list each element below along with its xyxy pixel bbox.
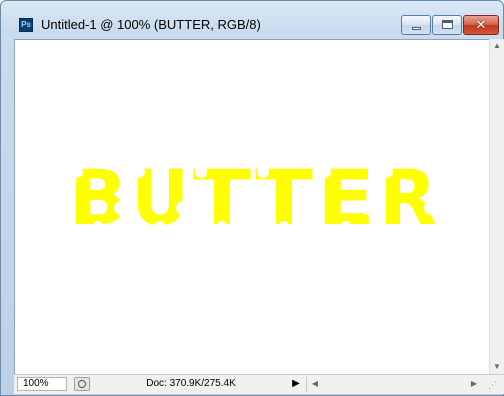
butter-notch-0-1	[114, 201, 128, 215]
butter-notch-1-0	[133, 166, 145, 178]
vertical-scrollbar[interactable]: ▲ ▼	[489, 39, 504, 374]
butter-notch-1-2	[155, 221, 165, 231]
butter-notch-3-2	[279, 221, 289, 231]
status-bar: 100% Doc: 370.9K/275.4K ▶ ◀ ▶ ⋰	[14, 374, 504, 394]
butter-notch-1-1	[176, 201, 190, 215]
window-title: Untitled-1 @ 100% (BUTTER, RGB/8)	[41, 17, 261, 32]
butter-notch-5-2	[403, 221, 413, 231]
close-icon: ✕	[475, 17, 487, 32]
zoom-level-field[interactable]: 100%	[17, 377, 67, 391]
status-menu-arrow-icon[interactable]: ▶	[289, 377, 303, 391]
close-button[interactable]: ✕	[463, 15, 499, 35]
title-bar[interactable]: Ps Untitled-1 @ 100% (BUTTER, RGB/8) ✕	[1, 1, 503, 39]
butter-notch-4-2	[341, 221, 351, 231]
document-canvas[interactable]: BUTTER	[14, 39, 489, 374]
butter-notch-5-0	[381, 166, 393, 178]
horizontal-scrollbar[interactable]: ◀ ▶	[306, 377, 482, 392]
butter-notch-0-0	[71, 166, 83, 178]
doc-size-info: Doc: 370.9K/275.4K	[146, 378, 236, 389]
scroll-down-icon[interactable]: ▼	[490, 360, 504, 374]
minimize-icon	[412, 27, 421, 30]
butter-text-layer: BUTTER	[69, 153, 438, 242]
butter-notch-4-0	[319, 166, 331, 178]
butter-notch-5-1	[424, 201, 438, 215]
butter-notch-2-1	[238, 201, 252, 215]
butter-notch-4-1	[362, 201, 376, 215]
status-options-icon[interactable]	[74, 377, 90, 391]
butter-notch-3-1	[300, 201, 314, 215]
butter-text-group: BUTTER	[69, 153, 438, 242]
dial-icon	[78, 380, 86, 388]
document-window: Ps Untitled-1 @ 100% (BUTTER, RGB/8) ✕ B…	[0, 0, 504, 396]
maximize-icon	[442, 20, 453, 29]
photoshop-icon: Ps	[19, 18, 33, 32]
minimize-button[interactable]	[401, 15, 431, 35]
butter-notch-0-2	[93, 221, 103, 231]
resize-grip-icon[interactable]: ⋰	[488, 379, 500, 391]
scroll-up-icon[interactable]: ▲	[490, 39, 504, 53]
scroll-left-icon[interactable]: ◀	[309, 377, 321, 391]
maximize-button[interactable]	[432, 15, 462, 35]
butter-notch-2-0	[195, 166, 207, 178]
scroll-right-icon[interactable]: ▶	[468, 377, 480, 391]
butter-notch-2-2	[217, 221, 227, 231]
butter-notch-3-0	[257, 166, 269, 178]
